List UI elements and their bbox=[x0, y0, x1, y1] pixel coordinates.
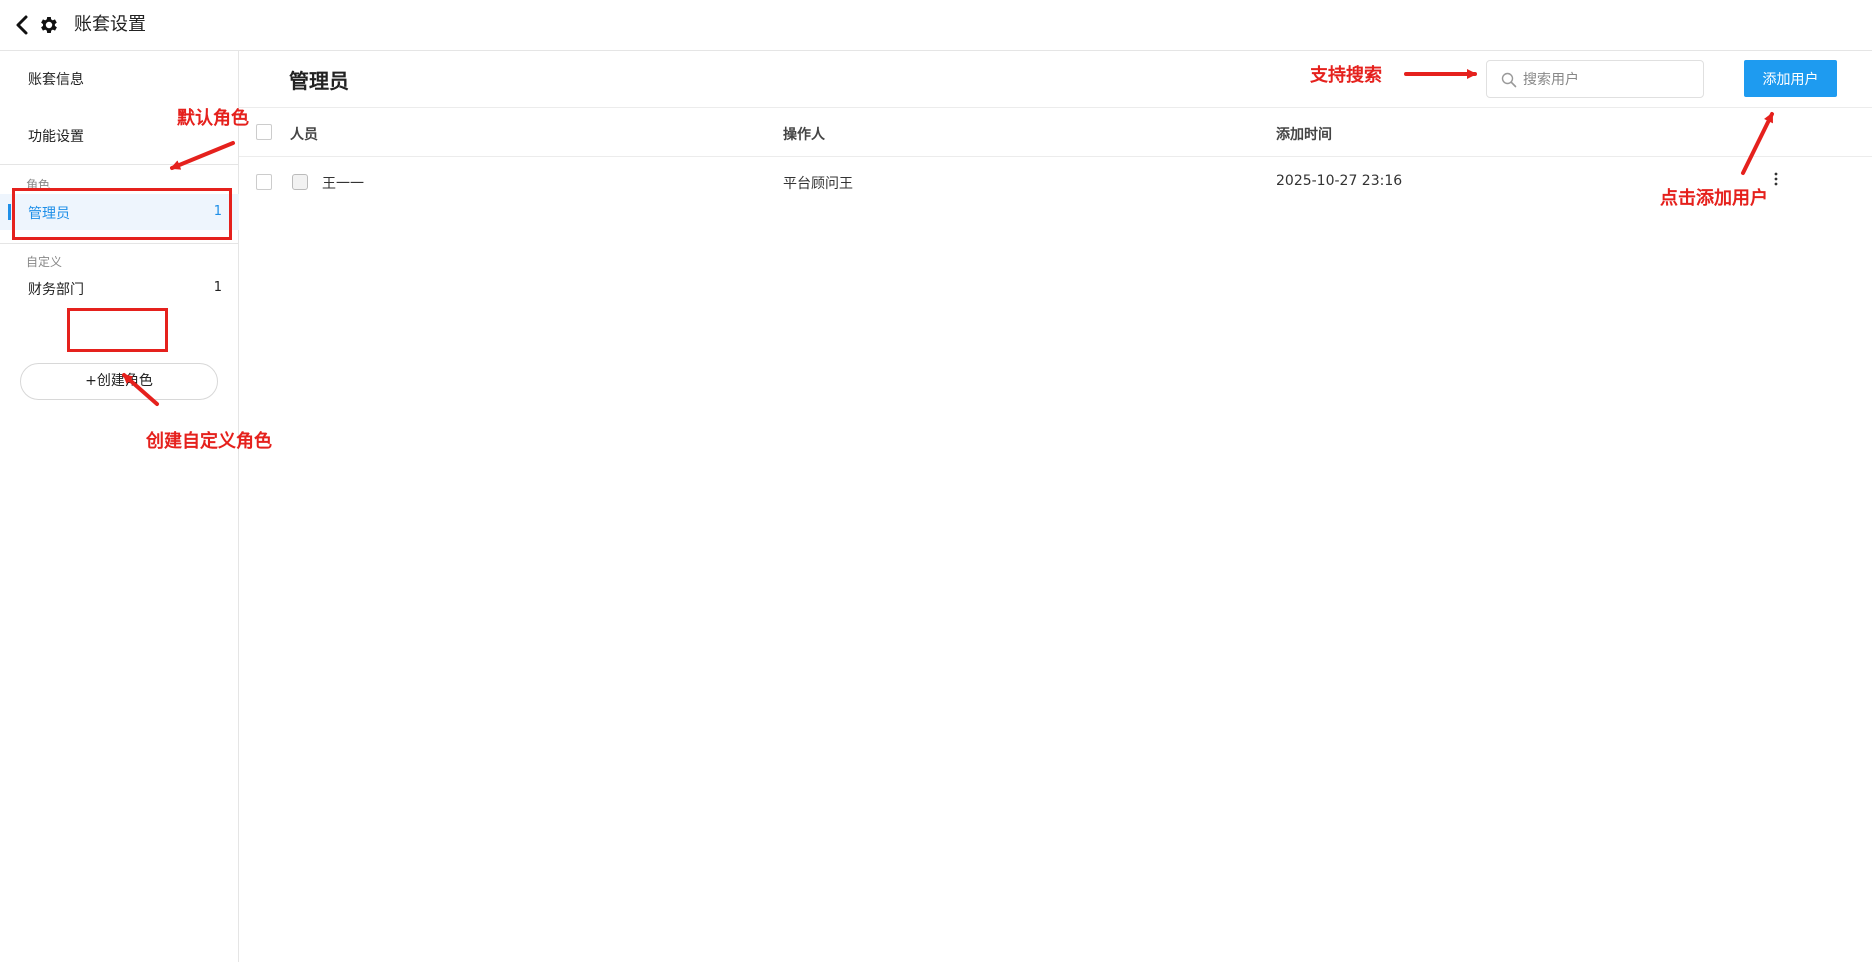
annotation-box-create-role bbox=[67, 308, 168, 352]
search-box[interactable] bbox=[1486, 60, 1704, 98]
row-checkbox[interactable] bbox=[256, 174, 272, 190]
gear-icon bbox=[41, 17, 57, 33]
annotation-box-default-role bbox=[12, 188, 232, 240]
main-content: 管理员 添加用户 人员 操作人 添加时间 王一一 平台顾问王 2025-10-2… bbox=[239, 51, 1872, 962]
search-icon bbox=[1501, 72, 1517, 88]
column-header-operator: 操作人 bbox=[783, 127, 825, 143]
annotation-click-add-user: 点击添加用户 bbox=[1660, 188, 1768, 209]
active-indicator bbox=[8, 204, 11, 220]
sidebar-divider bbox=[0, 243, 239, 244]
cell-added-time: 2025-10-27 23:16 bbox=[1276, 173, 1403, 189]
avatar bbox=[292, 174, 308, 190]
select-all-checkbox[interactable] bbox=[256, 124, 272, 140]
plus-icon: + bbox=[85, 373, 97, 389]
column-header-added-time: 添加时间 bbox=[1276, 127, 1332, 143]
table-row: 王一一 平台顾问王 2025-10-27 23:16 bbox=[239, 157, 1872, 207]
sidebar-item-account-info[interactable]: 账套信息 bbox=[28, 69, 84, 89]
role-item-finance[interactable]: 财务部门 1 bbox=[0, 270, 239, 306]
sidebar-divider bbox=[0, 164, 239, 165]
sidebar-item-feature-settings[interactable]: 功能设置 bbox=[28, 126, 84, 146]
create-role-button[interactable]: +创建角色 bbox=[20, 363, 218, 400]
table-header: 人员 操作人 添加时间 bbox=[239, 107, 1872, 157]
page-title: 账套设置 bbox=[74, 14, 146, 35]
more-vertical-icon[interactable] bbox=[1772, 170, 1780, 190]
add-user-button[interactable]: 添加用户 bbox=[1744, 60, 1837, 97]
role-title: 管理员 bbox=[289, 69, 349, 93]
column-header-person: 人员 bbox=[290, 127, 318, 143]
cell-person: 王一一 bbox=[322, 176, 364, 192]
create-role-label: 创建角色 bbox=[96, 373, 153, 389]
annotation-default-role: 默认角色 bbox=[177, 108, 249, 129]
annotation-create-custom-role: 创建自定义角色 bbox=[146, 431, 272, 452]
search-input[interactable] bbox=[1521, 68, 1695, 92]
custom-section-title: 自定义 bbox=[26, 255, 63, 269]
chevron-left-icon[interactable] bbox=[12, 13, 34, 37]
top-header: 账套设置 bbox=[0, 0, 1872, 51]
annotation-support-search: 支持搜索 bbox=[1310, 65, 1382, 86]
role-count: 1 bbox=[213, 280, 222, 295]
role-label: 财务部门 bbox=[28, 282, 84, 298]
cell-operator: 平台顾问王 bbox=[783, 176, 853, 192]
